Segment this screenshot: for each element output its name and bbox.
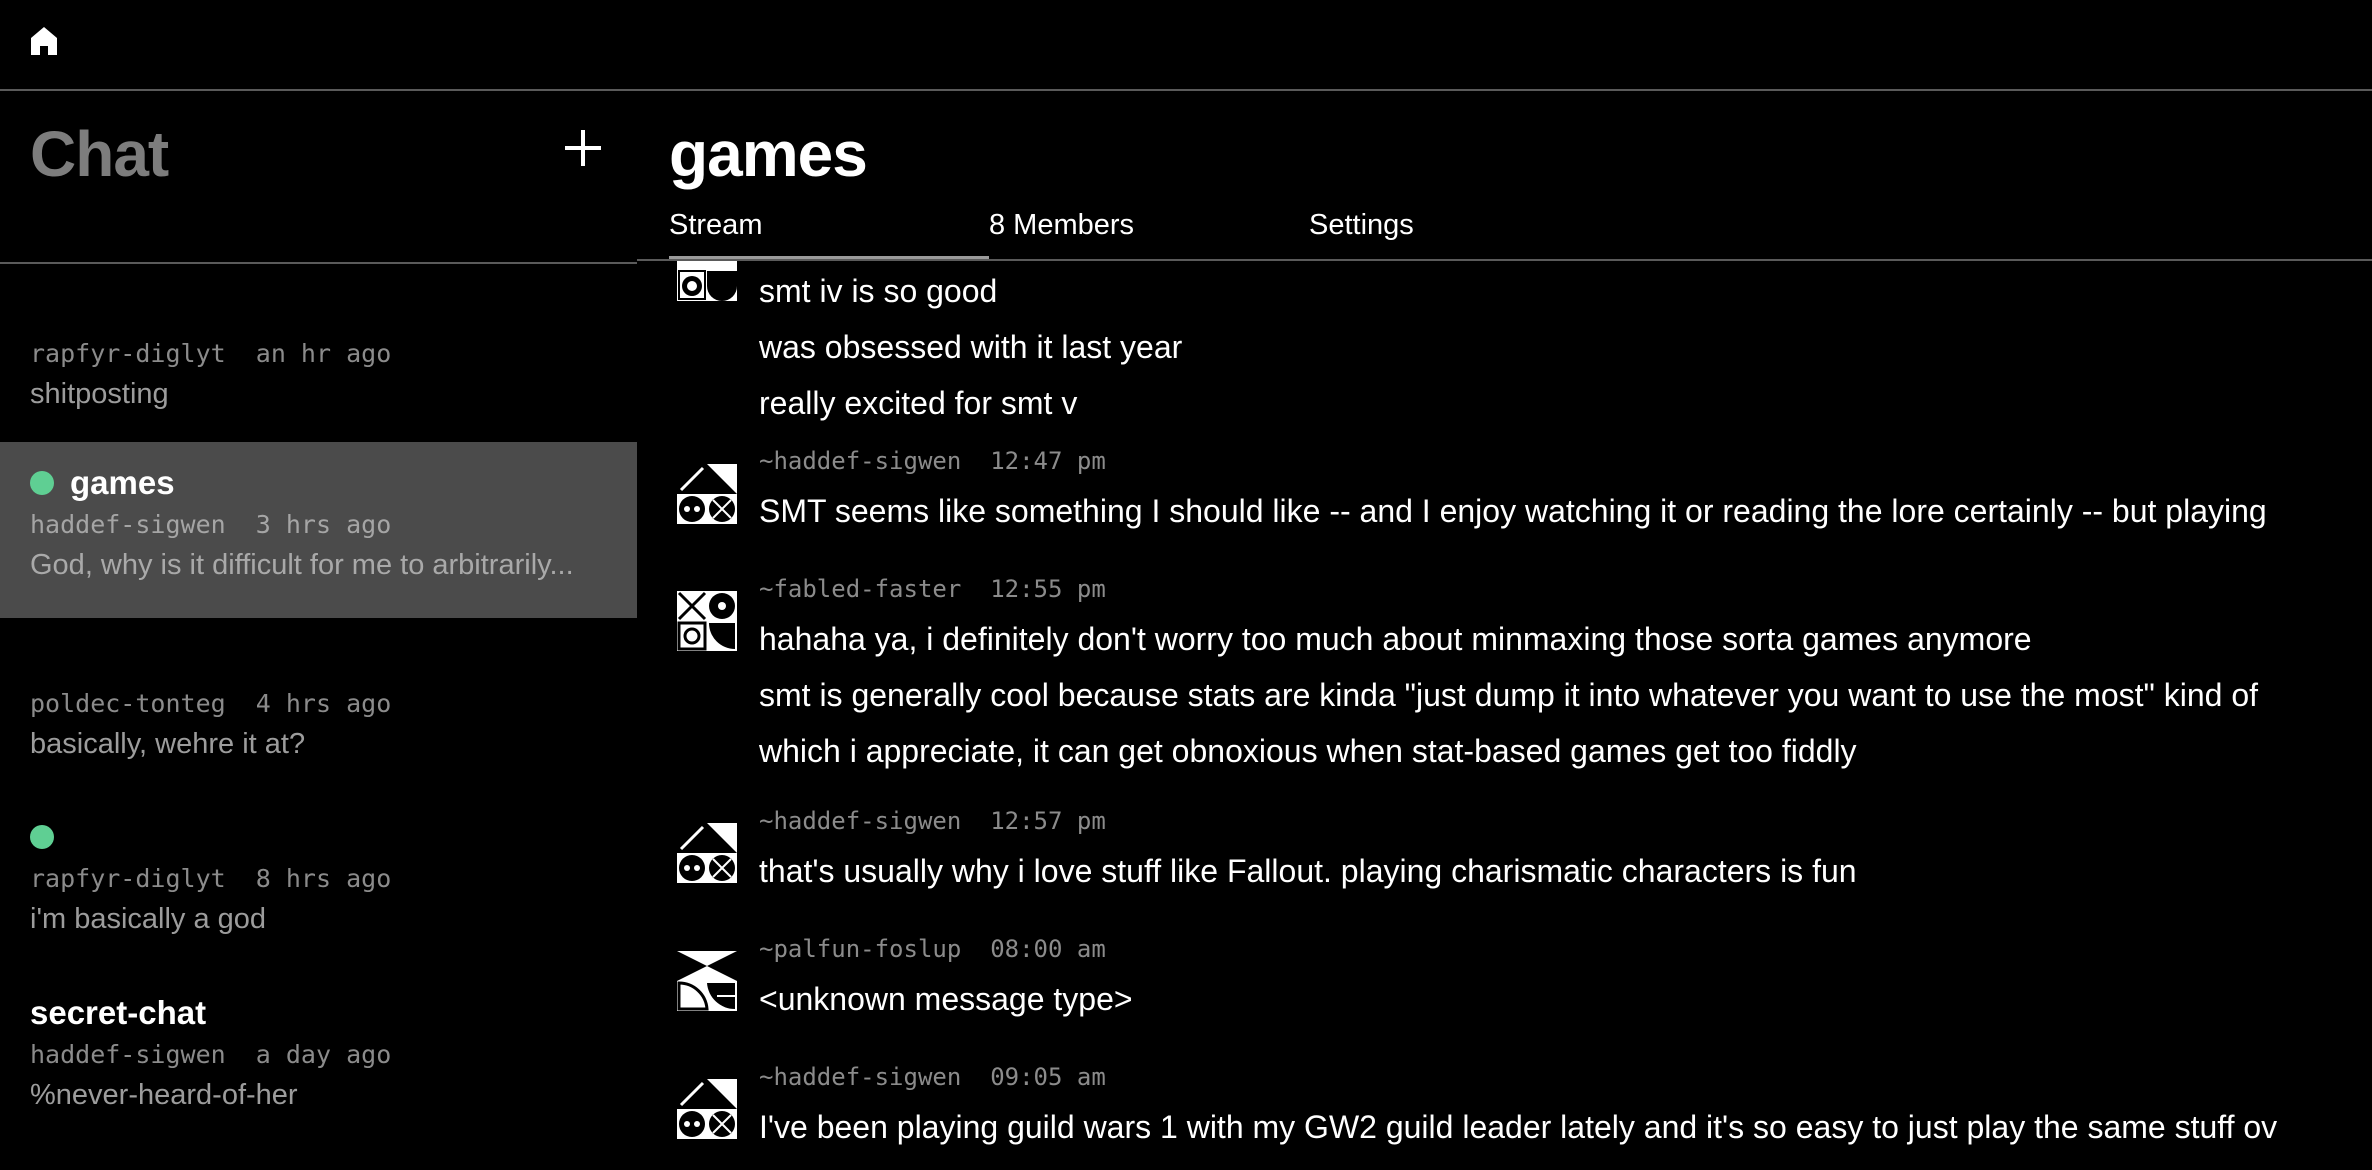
- conversation-author: rapfyr-diglyt: [30, 339, 226, 368]
- message-text: which i appreciate, it can get obnoxious…: [759, 733, 1857, 769]
- message-author[interactable]: ~haddef-sigwen: [759, 447, 961, 475]
- conversation-author: haddef-sigwen: [30, 510, 226, 539]
- tab-stream[interactable]: Stream: [669, 209, 762, 242]
- message-author[interactable]: ~palfun-foslup: [759, 935, 961, 963]
- message-author[interactable]: ~haddef-sigwen: [759, 1063, 961, 1091]
- conversation-item-active[interactable]: games haddef-sigwen 3 hrs ago God, why i…: [0, 442, 637, 618]
- message-meta: ~palfun-foslup 08:00 am: [759, 935, 1106, 963]
- conversation-preview: God, why is it difficult for me to arbit…: [30, 549, 574, 581]
- tab-settings[interactable]: Settings: [1309, 209, 1414, 242]
- unread-dot: [30, 471, 54, 495]
- conversation-time: 8 hrs ago: [255, 864, 392, 893]
- sidebar-header: Chat: [0, 91, 637, 264]
- conversation-title: secret-chat: [30, 994, 207, 1031]
- conversation-meta: poldec-tonteg 4 hrs ago: [30, 685, 637, 723]
- message-text: I've been playing guild wars 1 with my G…: [759, 1109, 2278, 1145]
- conversation-item[interactable]: rapfyr-diglyt an hr ago shitposting: [0, 335, 637, 415]
- conversation-item[interactable]: secret-chat haddef-sigwen a day ago %nev…: [0, 990, 637, 1116]
- avatar: [677, 823, 737, 883]
- message-meta: ~haddef-sigwen 09:05 am: [759, 1063, 1106, 1091]
- message-text: that's usually why i love stuff like Fal…: [759, 853, 1857, 889]
- message-text: <unknown message type>: [759, 981, 1133, 1017]
- unread-dot: [30, 825, 54, 849]
- message-meta: ~fabled-faster 12:55 pm: [759, 575, 1106, 603]
- channel-title: games: [669, 118, 868, 190]
- add-chat-button[interactable]: [563, 128, 603, 168]
- conversation-item[interactable]: rapfyr-diglyt 8 hrs ago i'm basically a …: [0, 814, 637, 940]
- message-text: smt is generally cool because stats are …: [759, 677, 2259, 713]
- message-author[interactable]: ~fabled-faster: [759, 575, 961, 603]
- message-stream[interactable]: smt iv is so good was obsessed with it l…: [637, 261, 2372, 1170]
- message-time: 08:00 am: [990, 935, 1106, 963]
- conversation-author: rapfyr-diglyt: [30, 864, 226, 893]
- message-author[interactable]: ~haddef-sigwen: [759, 807, 961, 835]
- message-text: was obsessed with it last year: [759, 329, 1183, 365]
- conversation-meta: haddef-sigwen a day ago: [30, 1036, 637, 1074]
- home-icon[interactable]: [30, 26, 58, 56]
- message-text: smt iv is so good: [759, 273, 998, 309]
- avatar: [677, 1079, 737, 1139]
- message-time: 09:05 am: [990, 1063, 1106, 1091]
- conversation-meta: rapfyr-diglyt 8 hrs ago: [30, 860, 637, 898]
- conversation-time: an hr ago: [255, 339, 392, 368]
- conversation-time: 4 hrs ago: [255, 689, 392, 718]
- avatar: [677, 464, 737, 524]
- message-text: really excited for smt v: [759, 385, 1078, 421]
- avatar: [677, 591, 737, 651]
- conversation-time: a day ago: [255, 1040, 392, 1069]
- channel-panel: games Stream 8 Members Settings smt iv i…: [637, 91, 2372, 1170]
- message-meta: ~haddef-sigwen 12:57 pm: [759, 807, 1106, 835]
- conversation-author: haddef-sigwen: [30, 1040, 226, 1069]
- message-time: 12:47 pm: [990, 447, 1106, 475]
- message-time: 12:55 pm: [990, 575, 1106, 603]
- conversation-author: poldec-tonteg: [30, 689, 226, 718]
- conversation-preview: %never-heard-of-her: [30, 1079, 298, 1111]
- avatar: [677, 261, 737, 301]
- conversation-title: games: [70, 464, 175, 501]
- message-time: 12:57 pm: [990, 807, 1106, 835]
- sidebar-title: Chat: [30, 118, 169, 190]
- conversation-preview: shitposting: [30, 378, 169, 410]
- conversation-preview: basically, wehre it at?: [30, 728, 306, 760]
- conversation-item[interactable]: poldec-tonteg 4 hrs ago basically, wehre…: [0, 685, 637, 765]
- conversation-preview: i'm basically a god: [30, 903, 267, 935]
- conversation-time: 3 hrs ago: [255, 510, 392, 539]
- top-bar: [0, 0, 2372, 91]
- message-text: SMT seems like something I should like -…: [759, 493, 2267, 529]
- conversation-meta: rapfyr-diglyt an hr ago: [30, 335, 637, 373]
- avatar: [677, 951, 737, 1011]
- message-text: hahaha ya, i definitely don't worry too …: [759, 621, 2032, 657]
- conversation-meta: haddef-sigwen 3 hrs ago: [30, 506, 637, 544]
- sidebar: Chat rapfyr-diglyt an hr ago shitposting…: [0, 91, 637, 1170]
- message-meta: ~haddef-sigwen 12:47 pm: [759, 447, 1106, 475]
- tab-members[interactable]: 8 Members: [989, 209, 1134, 242]
